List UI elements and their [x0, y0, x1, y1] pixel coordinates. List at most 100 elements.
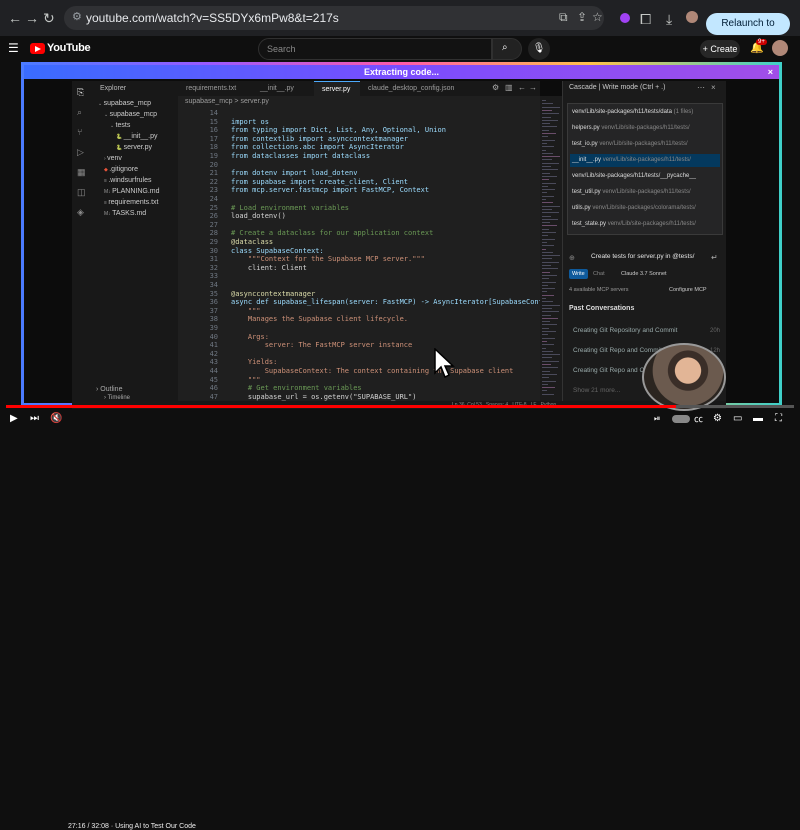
video-player[interactable]: Extracting code... × ⎘ ⌕ ⑂ ▷ ▦ ◫ ◈ Explo…	[21, 62, 782, 411]
outline-section[interactable]: › Outline	[96, 385, 122, 394]
menu-icon[interactable]: ☰	[8, 41, 19, 55]
mention-file-item[interactable]: test_io.py venv/Lib/site-packages/h11/te…	[570, 138, 720, 151]
tree-item[interactable]: 🐍 __init__.py	[116, 132, 157, 142]
theater-mode-icon[interactable]: ▬	[753, 413, 763, 425]
search-icon[interactable]: ⌕	[77, 107, 87, 117]
conversation-item[interactable]: Creating Git Repo and Commit	[573, 347, 662, 354]
model-selector[interactable]: Claude 3.7 Sonnet	[621, 269, 667, 279]
tree-item[interactable]: 🐍 server.py	[116, 143, 152, 153]
nav-forward-icon[interactable]: →	[529, 83, 537, 92]
extensions-icon[interactable]: ▦	[77, 167, 87, 177]
miniplayer-icon[interactable]: ▭	[733, 413, 742, 425]
code-line[interactable]: from collections.abc import AsyncIterato…	[231, 143, 404, 151]
tree-item[interactable]: ◆ .gitignore	[104, 165, 138, 175]
send-icon[interactable]: ↵	[711, 253, 718, 262]
code-line[interactable]: @asynccontextmanager	[231, 290, 315, 298]
code-line[interactable]: class SupabaseContext:	[231, 247, 324, 255]
chat-mode-chip[interactable]: Chat	[593, 269, 605, 279]
mention-file-item[interactable]: venv/Lib/site-packages/h11/tests/data (1…	[570, 106, 720, 119]
configure-mcp-button[interactable]: Configure MCP	[669, 285, 707, 295]
timeline-section[interactable]: › Timeline	[104, 395, 130, 401]
code-line[interactable]: from mcp.server.fastmcp import FastMCP, …	[231, 186, 429, 194]
back-icon[interactable]: ←	[8, 10, 22, 26]
tree-item[interactable]: M↓ TASKS.md	[104, 209, 146, 219]
youtube-brand[interactable]: YouTube	[47, 42, 91, 54]
code-editor[interactable]: 14 15 import os 16 from typing import Dict, …	[178, 107, 540, 401]
conversation-item[interactable]: Creating Git Repository and Commit	[573, 327, 677, 334]
close-cascade-icon[interactable]: ×	[711, 83, 716, 92]
url-text[interactable]: youtube.com/watch?v=SS5DYx6mPw8&t=217s	[86, 11, 339, 25]
share-icon[interactable]: ⇪	[577, 10, 587, 24]
source-control-icon[interactable]: ⑂	[77, 127, 87, 137]
relaunch-button[interactable]: Relaunch to update	[706, 13, 790, 51]
code-line[interactable]: @dataclass	[231, 238, 273, 246]
tab-4[interactable]: claude_desktop_config.json	[360, 81, 470, 96]
mention-file-item[interactable]: helpers.py venv/Lib/site-packages/h11/te…	[570, 122, 720, 135]
search-input[interactable]: Search	[258, 38, 492, 60]
split-editor-icon[interactable]: ▥	[505, 83, 513, 92]
tree-item[interactable]: ⌄ tests	[110, 121, 130, 131]
next-icon[interactable]: ⏭	[30, 413, 39, 425]
tree-item[interactable]: ≡ requirements.txt	[104, 198, 159, 208]
tab-1[interactable]: requirements.txt	[178, 81, 252, 96]
forward-icon[interactable]: →	[25, 10, 39, 26]
autoplay-switch[interactable]	[672, 415, 690, 423]
create-button[interactable]: + Create	[700, 40, 740, 58]
youtube-logo-icon[interactable]	[30, 43, 45, 54]
extensions-puzzle-icon[interactable]: ⧠	[640, 11, 651, 27]
code-line[interactable]: """	[231, 307, 261, 315]
show-more-link[interactable]: Show 21 more...	[573, 387, 620, 394]
install-icon[interactable]: ⧉	[559, 10, 568, 25]
code-line[interactable]: # Create a dataclass for our application…	[231, 229, 433, 237]
mention-file-item[interactable]: utils.py venv/Lib/site-packages/colorama…	[570, 202, 720, 215]
explorer-icon[interactable]: ⎘	[77, 87, 87, 97]
mention-file-item[interactable]: venv/Lib/site-packages/h11/tests/__pycac…	[570, 170, 720, 183]
autoplay-toggle[interactable]: ⏯	[654, 413, 660, 425]
tree-item[interactable]: ≡ .windsurfrules	[104, 176, 152, 186]
code-line[interactable]: from contextlib import asynccontextmanag…	[231, 135, 408, 143]
search-button[interactable]: ⌕	[492, 38, 522, 60]
address-bar[interactable]: ⚙ youtube.com/watch?v=SS5DYx6mPw8&t=217s…	[64, 6, 604, 30]
mention-file-item[interactable]: test_state.py venv/Lib/site-packages/h11…	[570, 218, 720, 231]
bookmark-star-icon[interactable]: ☆	[592, 10, 603, 24]
mention-file-item[interactable]: test_util.py venv/Lib/site-packages/h11/…	[570, 186, 720, 199]
code-line[interactable]: """Context for the Supabase MCP server."…	[231, 255, 425, 263]
account-avatar[interactable]	[772, 40, 788, 56]
code-line[interactable]: load_dotenv()	[231, 212, 286, 220]
chapter-title[interactable]: · Using AI to Test Our Code	[111, 823, 196, 830]
downloads-icon[interactable]: ⤓	[666, 11, 672, 27]
reload-icon[interactable]: ↻	[43, 10, 55, 26]
tab-3[interactable]: server.py	[314, 81, 360, 96]
voice-search-icon[interactable]: 🎙	[528, 38, 550, 60]
tree-item[interactable]: ⌄ supabase_mcp	[98, 99, 151, 109]
progress-bar[interactable]	[6, 405, 794, 408]
code-line[interactable]: import os	[231, 118, 269, 126]
code-line[interactable]: from dotenv import load_dotenv	[231, 169, 357, 177]
tab-2[interactable]: __init__.py	[252, 81, 314, 96]
code-line[interactable]: SupabaseContext: The context containing …	[231, 367, 514, 375]
code-line[interactable]: Yields:	[231, 358, 278, 366]
nav-back-icon[interactable]: ←	[518, 83, 526, 92]
code-line[interactable]: server: The FastMCP server instance	[231, 341, 413, 349]
code-line[interactable]: async def supabase_lifespan(server: Fast…	[231, 298, 540, 306]
code-line[interactable]: Args:	[231, 333, 269, 341]
toolbar-gear-icon[interactable]: ⚙	[492, 83, 499, 92]
profile-avatar[interactable]	[686, 11, 698, 23]
attach-icon[interactable]: ⊕	[569, 254, 575, 262]
run-debug-icon[interactable]: ▷	[77, 147, 87, 157]
settings-gear-icon[interactable]: ⚙	[713, 413, 722, 425]
mention-file-item[interactable]: __init__.py venv/Lib/site-packages/h11/t…	[570, 154, 720, 167]
tree-item[interactable]: › venv	[104, 154, 122, 164]
more-icon[interactable]: ⋯	[697, 83, 705, 92]
breadcrumb[interactable]: supabase_mcp > server.py	[178, 96, 540, 107]
docker-icon[interactable]: ◈	[77, 207, 87, 217]
tree-item[interactable]: M↓ PLANNING.md	[104, 187, 160, 197]
minimap[interactable]	[540, 96, 562, 401]
fullscreen-icon[interactable]: ⛶	[775, 413, 782, 425]
code-line[interactable]: Manages the Supabase client lifecycle.	[231, 315, 408, 323]
code-line[interactable]: # Load environment variables	[231, 204, 349, 212]
volume-icon[interactable]: 🔇	[50, 413, 62, 425]
close-icon[interactable]: ×	[768, 65, 773, 79]
code-line[interactable]: client: Client	[231, 264, 307, 272]
code-line[interactable]: """	[231, 376, 261, 384]
